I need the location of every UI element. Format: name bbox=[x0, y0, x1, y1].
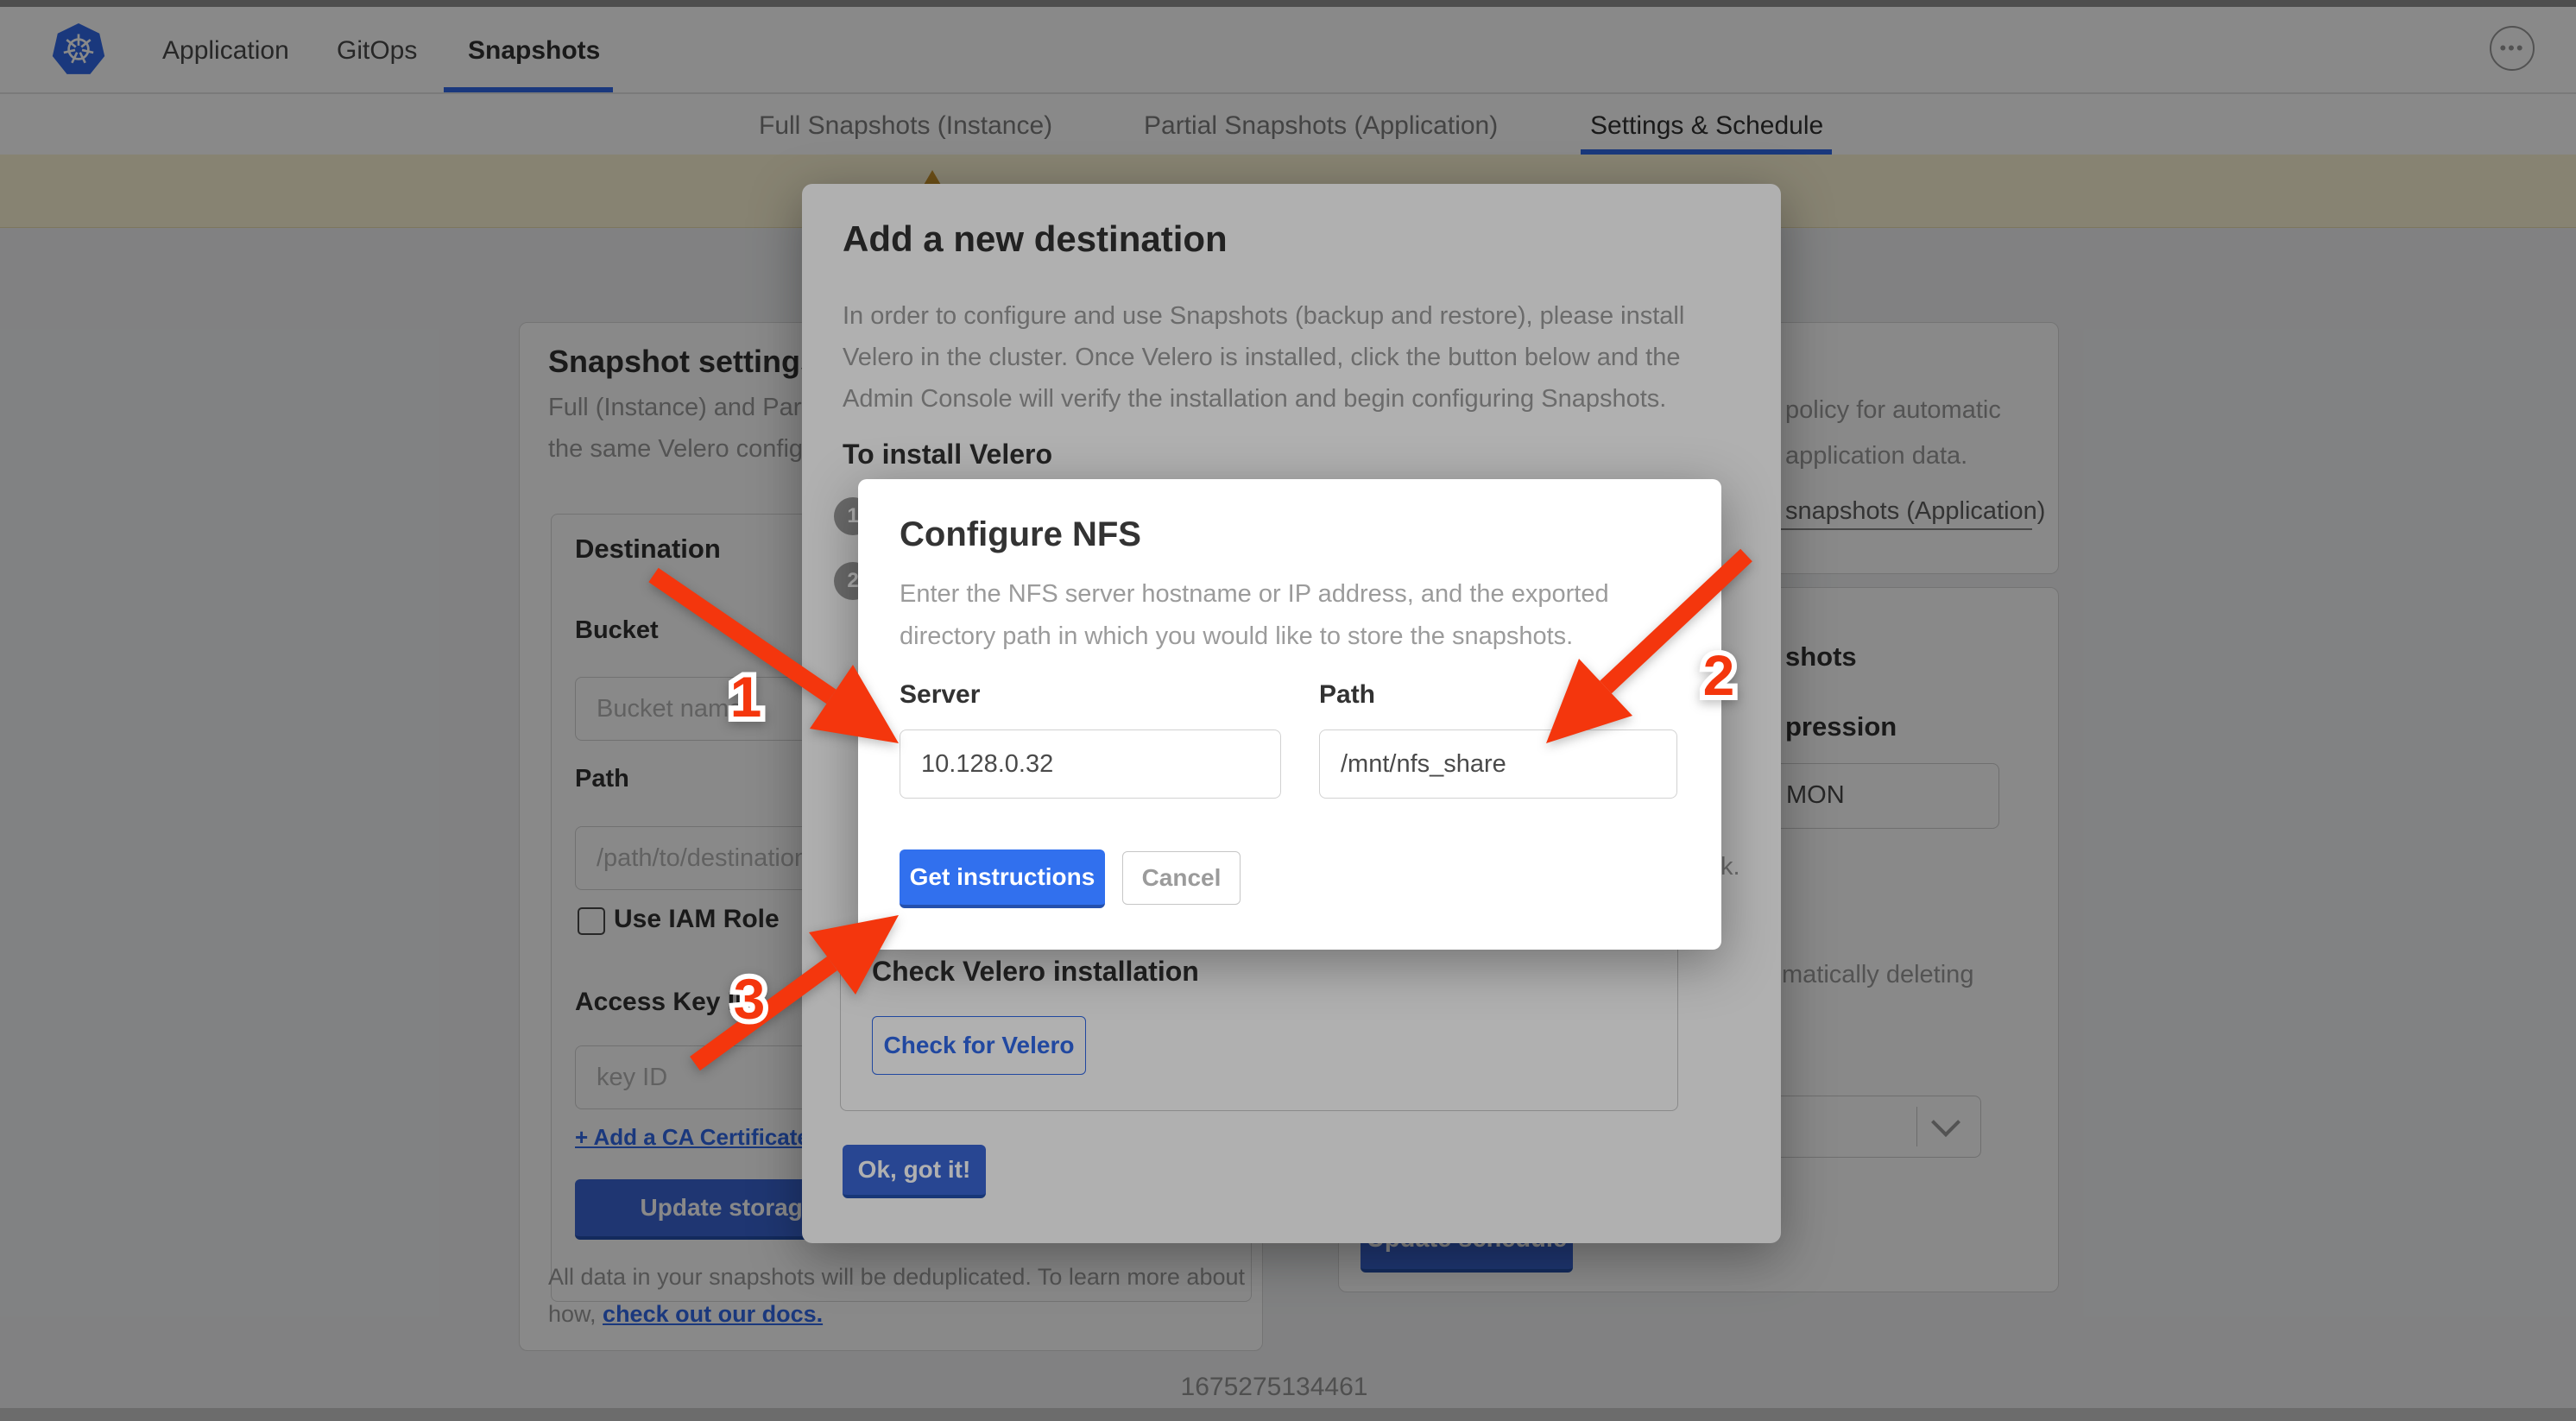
annotation-arrow-3 bbox=[695, 915, 899, 1064]
annotation-layer: 1 2 3 bbox=[0, 0, 2576, 1421]
annotation-badge-3: 3 bbox=[734, 967, 766, 1031]
annotation-arrow-1 bbox=[653, 575, 899, 743]
annotation-badge-2: 2 bbox=[1703, 643, 1735, 707]
annotation-badge-1: 1 bbox=[730, 665, 762, 729]
